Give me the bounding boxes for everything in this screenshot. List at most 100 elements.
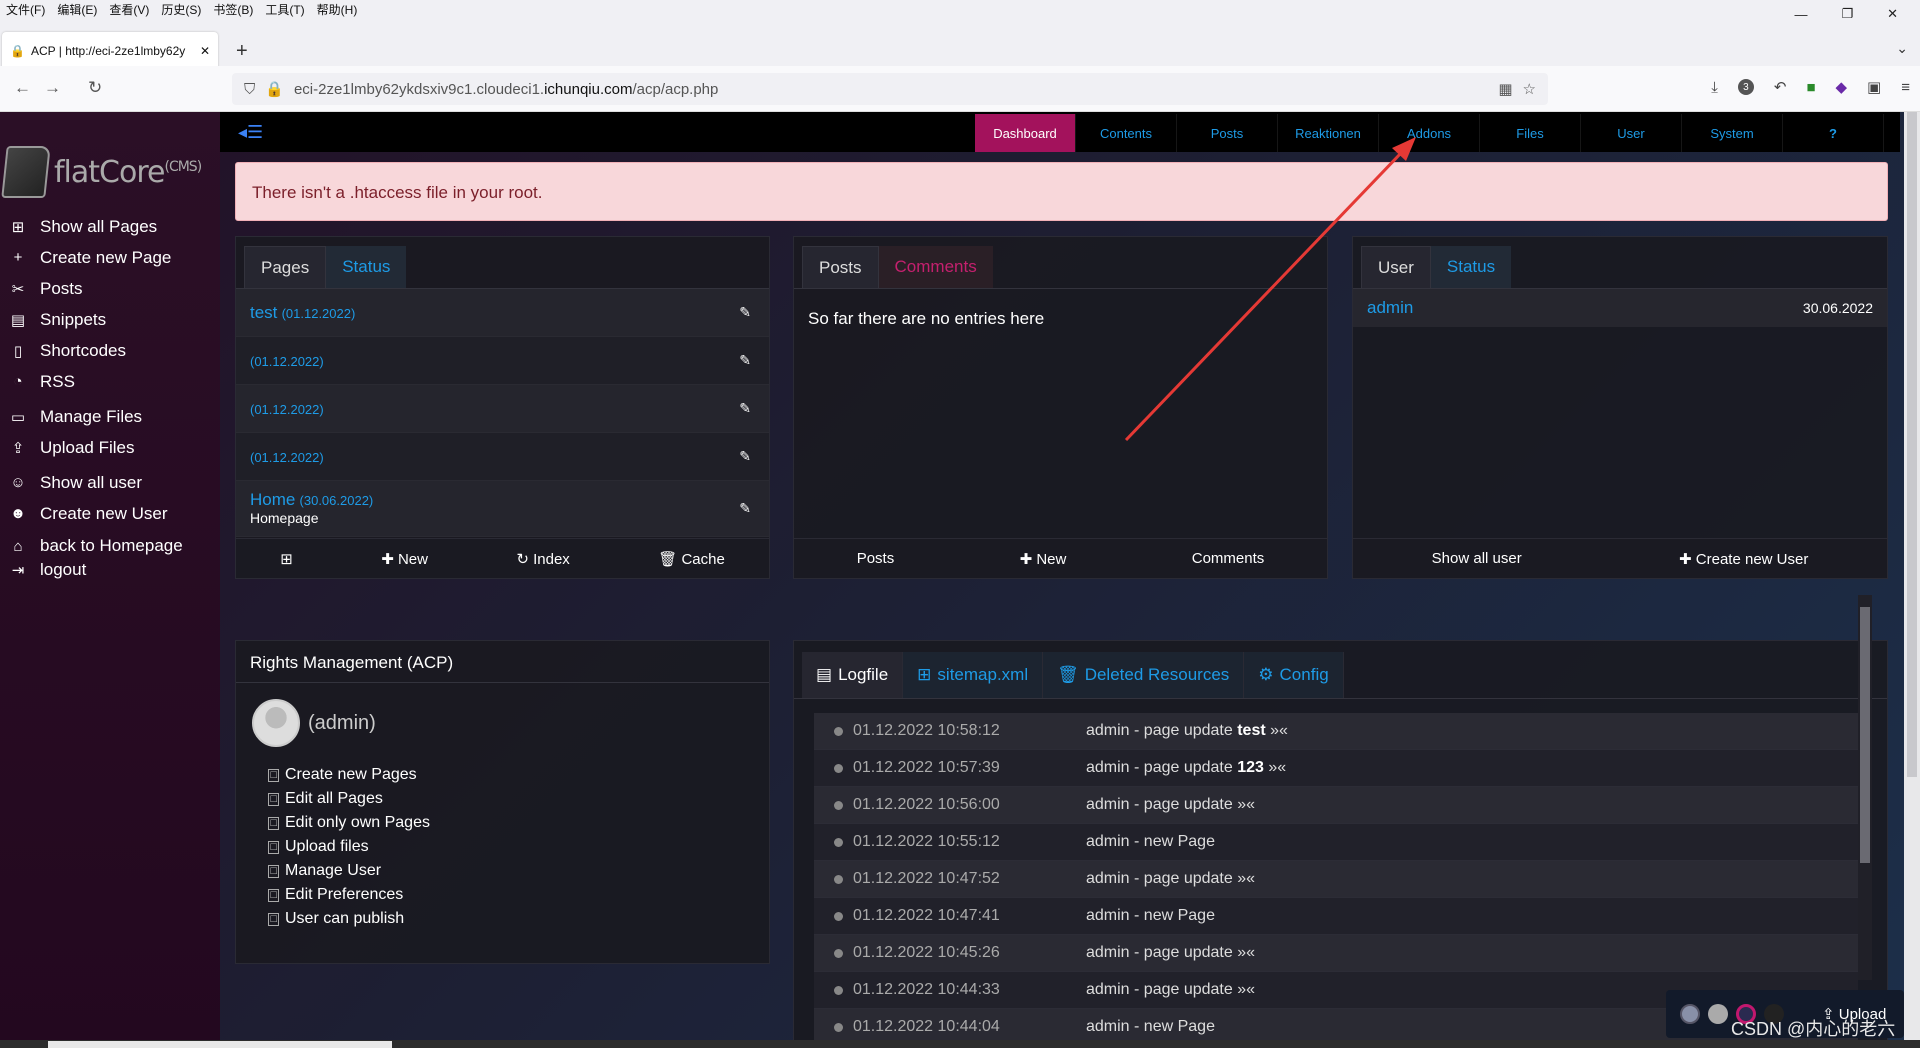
checkbox-icon: ☐ (268, 864, 279, 878)
sidebar-item-manage-files[interactable]: ▭ Manage Files (0, 401, 220, 432)
sidebar-item-show-users[interactable]: ☺ Show all user (0, 467, 220, 498)
comments-button[interactable]: Comments (1192, 550, 1265, 567)
page-scrollbar-thumb[interactable] (1907, 112, 1917, 777)
user-link[interactable]: admin (1367, 298, 1413, 318)
sidebar-item-logout[interactable]: ⇥ logout (0, 559, 220, 581)
reload-icon[interactable]: ↻ (88, 78, 102, 98)
forward-icon[interactable]: → (44, 78, 61, 98)
sidebar-item-create-page[interactable]: + Create new Page (0, 242, 220, 273)
tab-posts[interactable]: Posts (1177, 114, 1278, 152)
menu-file[interactable]: 文件(F) (6, 1, 45, 18)
tab-comments[interactable]: Comments (878, 246, 993, 288)
edit-icon[interactable]: ✎ (739, 304, 751, 321)
edit-icon[interactable]: ✎ (739, 448, 751, 465)
shield-icon[interactable]: ⛉ (244, 81, 255, 98)
sitemap-icon: ⊞ (917, 665, 932, 684)
page-date[interactable]: (01.12.2022) (250, 354, 324, 369)
tab-config[interactable]: ⚙ Config (1244, 652, 1344, 698)
back-icon[interactable]: ← (14, 78, 31, 98)
page-date[interactable]: (01.12.2022) (282, 306, 356, 321)
sidebar-item-upload-files[interactable]: ⇪ Upload Files (0, 432, 220, 463)
edit-icon[interactable]: ✎ (739, 500, 751, 517)
table-row: 01.12.2022 10:47:52 admin - page update »… (814, 861, 1858, 898)
new-page-button[interactable]: ✚ New (381, 550, 428, 568)
close-tab-icon[interactable]: ✕ (200, 44, 210, 58)
sidebar-item-create-user[interactable]: ☻ Create new User (0, 498, 220, 529)
tab-users[interactable]: User (1361, 246, 1431, 288)
tab-user-status[interactable]: Status (1430, 246, 1512, 288)
menu-history[interactable]: 历史(S) (161, 1, 201, 18)
new-post-button[interactable]: ✚ New (1020, 550, 1067, 568)
page-scrollbar[interactable] (1904, 112, 1920, 1048)
tab-deleted-resources[interactable]: 🗑 Deleted Resources (1043, 652, 1245, 698)
browser-tab[interactable]: 🔒 ACP | http://eci-2ze1lmby62y ✕ (2, 32, 218, 70)
sidebar-item-show-pages[interactable]: ⊞ Show all Pages (0, 211, 220, 242)
extension-badge-icon[interactable]: ◆ (1836, 78, 1848, 96)
posts-button[interactable]: Posts (857, 550, 895, 567)
lock-icon[interactable]: 🔒 (265, 80, 284, 98)
menu-bookmarks[interactable]: 书签(B) (213, 1, 253, 18)
tab-help[interactable]: ? (1783, 114, 1884, 152)
log-scrollbar-thumb[interactable] (1860, 607, 1870, 863)
index-button[interactable]: ↻ Index (516, 550, 569, 568)
tab-logfile[interactable]: ▤ Logfile (802, 652, 904, 698)
download-icon[interactable]: ⤓ (1711, 79, 1718, 96)
edit-icon[interactable]: ✎ (739, 400, 751, 417)
sidebar-item-snippets[interactable]: ▤ Snippets (0, 304, 220, 335)
undo-icon[interactable]: ↶ (1774, 78, 1787, 96)
edit-icon[interactable]: ✎ (739, 352, 751, 369)
sidebar-item-rss[interactable]: ◔ RSS (0, 366, 220, 397)
menu-help[interactable]: 帮助(H) (317, 1, 358, 18)
list-item: ☐ Edit all Pages (268, 790, 383, 807)
sidebar-item-homepage[interactable]: ⌂ back to Homepage (0, 533, 220, 559)
tab-posts-list[interactable]: Posts (802, 246, 879, 288)
tab-files[interactable]: Files (1480, 114, 1581, 152)
tab-pages-status[interactable]: Status (326, 246, 407, 288)
list-item: (01.12.2022) ✎ (236, 433, 769, 481)
tab-system[interactable]: System (1682, 114, 1783, 152)
flatcore-logo[interactable]: flatCore(CMS) (1, 142, 202, 202)
log-scrollbar[interactable] (1858, 595, 1872, 980)
menu-tools[interactable]: 工具(T) (265, 1, 304, 18)
sitemap-icon[interactable]: ⊞ (280, 550, 293, 568)
app-menu-icon[interactable]: ≡ (1901, 79, 1910, 96)
page-date[interactable]: (01.12.2022) (250, 402, 324, 417)
url-text[interactable]: eci-2ze1lmby62ykdsxiv9c1.cloudeci1.ichun… (294, 81, 1488, 98)
circle-icon[interactable] (1708, 1004, 1728, 1024)
tab-sitemap[interactable]: ⊞ sitemap.xml (903, 652, 1044, 698)
log-panel-tabs: ▤ Logfile ⊞ sitemap.xml 🗑 Deleted Resources… (794, 641, 1887, 699)
tab-pages[interactable]: Pages (244, 246, 327, 288)
counter-badge[interactable]: 3 (1737, 79, 1754, 95)
page-link[interactable]: test (250, 303, 277, 322)
show-all-users-button[interactable]: Show all user (1432, 550, 1522, 567)
chevron-down-icon[interactable]: ⌄ (1896, 40, 1908, 57)
create-user-button[interactable]: ✚ Create new User (1679, 550, 1808, 568)
browser-menubar: 文件(F) 编辑(E) 查看(V) 历史(S) 书签(B) 工具(T) 帮助(H… (0, 0, 1920, 18)
user-panel-tabs: User Status (1353, 237, 1887, 289)
url-bar[interactable]: ⛉ 🔒 eci-2ze1lmby62ykdsxiv9c1.cloudeci1.i… (232, 73, 1548, 105)
qr-code-icon[interactable]: ▦ (1498, 80, 1512, 98)
clipboard-icon: ▤ (10, 311, 26, 329)
page-date[interactable]: (30.06.2022) (300, 493, 374, 508)
bullet-icon (834, 800, 843, 810)
bookmark-star-icon[interactable]: ☆ (1523, 80, 1536, 98)
page-date[interactable]: (01.12.2022) (250, 450, 324, 465)
cache-button[interactable]: 🗑 Cache (658, 550, 725, 568)
page-link[interactable]: Home (250, 490, 295, 509)
rights-title: Rights Management (ACP) (236, 641, 769, 683)
tab-reaktionen[interactable]: Reaktionen (1278, 114, 1379, 152)
menu-view[interactable]: 查看(V) (109, 1, 149, 18)
tab-user[interactable]: User (1581, 114, 1682, 152)
tab-contents[interactable]: Contents (1076, 114, 1177, 152)
sidebar-item-shortcodes[interactable]: ▯ Shortcodes (0, 335, 220, 366)
menu-edit[interactable]: 编辑(E) (57, 1, 97, 18)
sidebar-toggle-icon[interactable]: ◂☰ (238, 122, 263, 143)
tab-addons[interactable]: Addons (1379, 114, 1480, 152)
pages-panel-footer: ⊞ ✚ New ↻ Index 🗑 Cache (236, 538, 769, 578)
container-icon[interactable]: ▣ (1867, 78, 1881, 96)
circle-icon[interactable] (1680, 1004, 1700, 1024)
sidebar-item-posts[interactable]: ✂ Posts (0, 273, 220, 304)
extension-icon[interactable]: ■ (1806, 79, 1815, 96)
new-tab-icon[interactable]: + (236, 40, 248, 63)
tab-dashboard[interactable]: Dashboard (975, 114, 1076, 152)
